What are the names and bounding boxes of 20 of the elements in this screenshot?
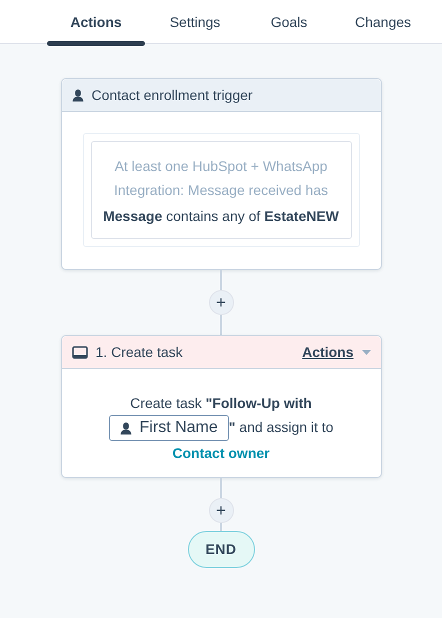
owner-link[interactable]: Contact owner: [172, 445, 270, 462]
token-label: First Name: [140, 418, 218, 438]
add-step-button[interactable]: +: [208, 498, 234, 524]
filter-description: At least one HubSpot + WhatsApp Integration: Message received has: [112, 157, 329, 200]
tab[interactable]: Settings: [145, 0, 245, 44]
tab[interactable]: Actions: [47, 0, 145, 44]
end-button[interactable]: END: [188, 531, 254, 568]
tab[interactable]: Goals: [245, 0, 333, 44]
card-title: Contact enrollment trigger: [92, 86, 253, 105]
filter-rule: Message contains any of EstateNEW: [102, 207, 340, 226]
task-text: Create task "Follow-Up with: [130, 395, 312, 411]
tab[interactable]: Changes: [333, 0, 433, 44]
actions-menu[interactable]: Actions: [302, 342, 354, 362]
person-icon: [120, 422, 132, 435]
task-icon: [72, 346, 88, 358]
card-title: 1. Create task: [96, 342, 183, 362]
caret-icon: [362, 350, 370, 354]
person-icon: [72, 88, 84, 102]
add-step-button[interactable]: +: [208, 290, 234, 315]
task-text: " and assign it to: [228, 419, 334, 435]
